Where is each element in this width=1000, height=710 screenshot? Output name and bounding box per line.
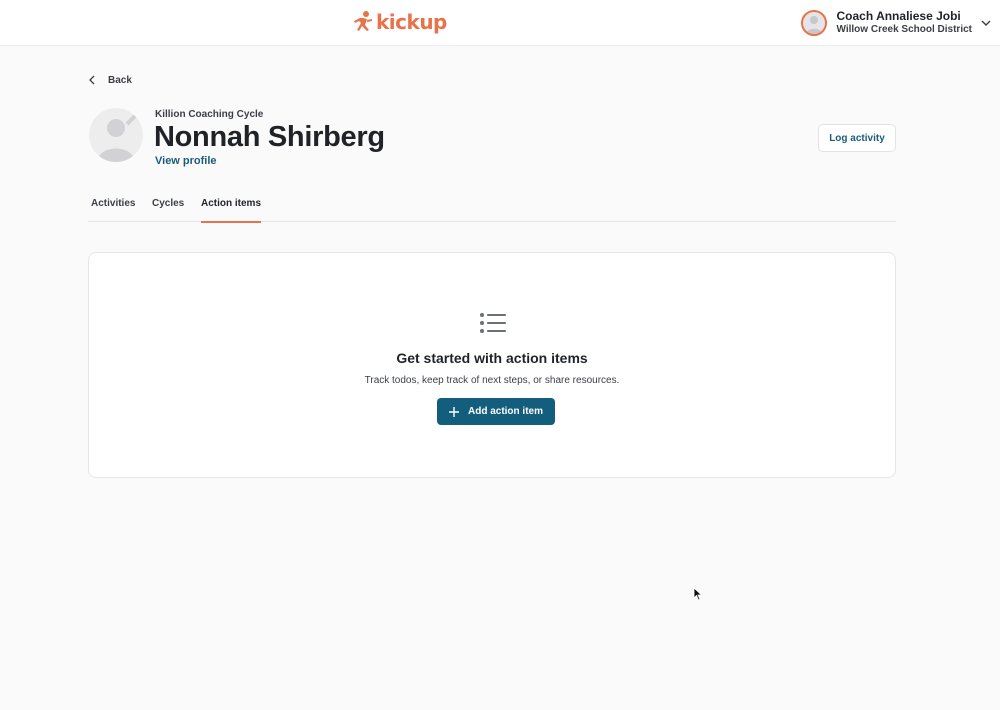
kickup-logo[interactable]: kickup bbox=[352, 9, 447, 35]
profile-avatar bbox=[89, 108, 143, 162]
runner-logo-icon bbox=[354, 11, 372, 31]
empty-state-title: Get started with action items bbox=[396, 350, 588, 366]
user-menu[interactable]: Coach Annaliese Jobi Willow Creek School… bbox=[800, 8, 993, 38]
view-profile-link[interactable]: View profile bbox=[155, 155, 217, 167]
top-bar: kickup Coach Annaliese Jobi Willow Creek… bbox=[0, 0, 1000, 46]
plus-icon bbox=[448, 406, 459, 417]
person-icon bbox=[805, 16, 822, 34]
tab-activities[interactable]: Activities bbox=[91, 198, 135, 222]
logo-text: kickup bbox=[376, 10, 447, 34]
person-silhouette-icon bbox=[97, 114, 137, 162]
add-action-item-label: Add action item bbox=[467, 406, 543, 417]
page-title: Nonnah Shirberg bbox=[154, 121, 385, 153]
user-avatar bbox=[800, 10, 827, 36]
log-activity-button[interactable]: Log activity bbox=[818, 124, 896, 152]
add-action-item-button[interactable]: Add action item bbox=[437, 398, 555, 425]
chevron-down-icon[interactable] bbox=[980, 17, 992, 29]
coaching-cycle-label: Killion Coaching Cycle bbox=[155, 109, 264, 120]
tab-bar: Activities Cycles Action items bbox=[88, 190, 896, 223]
back-label: Back bbox=[108, 74, 132, 86]
list-icon bbox=[480, 313, 506, 333]
back-link[interactable]: Back bbox=[88, 72, 132, 88]
chevron-left-icon bbox=[89, 75, 95, 85]
mouse-cursor-icon bbox=[693, 587, 703, 601]
tab-cycles[interactable]: Cycles bbox=[152, 198, 184, 222]
tab-action-items[interactable]: Action items bbox=[201, 198, 262, 223]
user-district: Willow Creek School District bbox=[836, 24, 973, 36]
user-name: Coach Annaliese Jobi bbox=[836, 9, 961, 24]
empty-state-description: Track todos, keep track of next steps, o… bbox=[364, 375, 620, 386]
empty-state-card: Get started with action items Track todo… bbox=[88, 252, 896, 478]
